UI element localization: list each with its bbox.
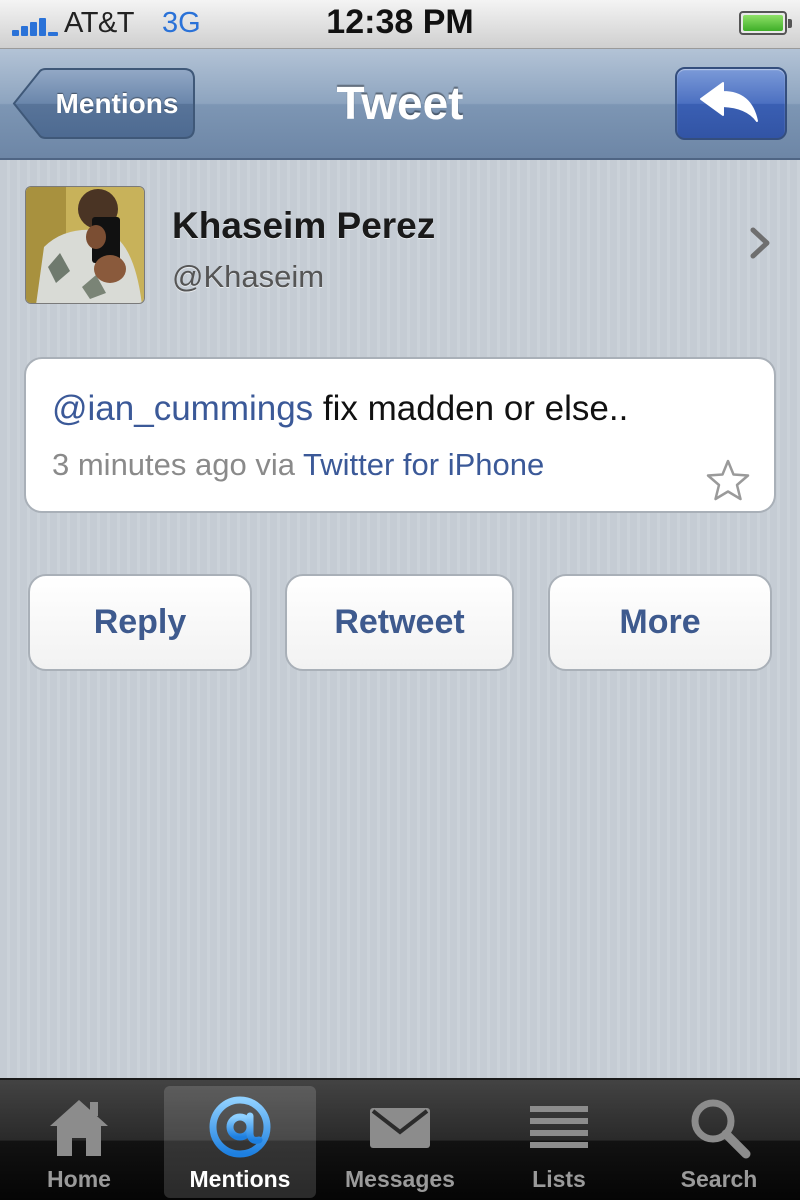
tab-label: Messages (345, 1166, 455, 1192)
user-avatar[interactable] (25, 186, 145, 304)
battery-full-icon (739, 11, 792, 35)
home-icon (50, 1100, 108, 1156)
list-icon (530, 1106, 588, 1148)
tab-label: Home (47, 1166, 111, 1192)
status-bar: AT&T 3G 12:38 PM (0, 0, 800, 49)
tweet-mention-link[interactable]: @ian_cummings (52, 389, 313, 428)
more-button[interactable]: More (548, 574, 772, 671)
tab-label: Search (680, 1166, 758, 1192)
tweet-card: @ian_cummings fix madden or else.. 3 min… (24, 357, 776, 513)
retweet-button[interactable]: Retweet (285, 574, 514, 671)
tab-label: Mentions (189, 1166, 291, 1192)
tab-label: Lists (532, 1166, 586, 1192)
tweet-meta: 3 minutes ago via Twitter for iPhone (52, 447, 544, 483)
chevron-right-icon[interactable] (748, 226, 774, 265)
reply-action-button[interactable] (675, 67, 787, 140)
at-sign-icon (209, 1096, 271, 1158)
tweet-timestamp: 3 minutes ago via (52, 447, 304, 482)
tab-bar: Home Mentions Messages Lists Search (0, 1078, 800, 1200)
page-title: Tweet (336, 77, 464, 129)
search-icon (691, 1099, 751, 1159)
favorite-button[interactable] (706, 459, 750, 506)
tab-search[interactable]: Search (643, 1086, 795, 1198)
status-clock: 12:38 PM (326, 3, 474, 41)
star-outline-icon (706, 459, 750, 501)
tweet-source-link[interactable]: Twitter for iPhone (303, 447, 544, 482)
tab-lists[interactable]: Lists (483, 1086, 635, 1198)
user-handle[interactable]: @Khaseim (172, 259, 324, 295)
user-avatar-photo (26, 187, 144, 303)
back-button-mentions[interactable]: Mentions (12, 68, 195, 139)
tab-messages[interactable]: Messages (324, 1086, 476, 1198)
tab-home[interactable]: Home (3, 1086, 155, 1198)
back-button-label: Mentions (55, 88, 179, 119)
reply-button[interactable]: Reply (28, 574, 252, 671)
envelope-icon (370, 1108, 430, 1148)
tweet-body: fix madden or else.. (313, 389, 629, 428)
user-name[interactable]: Khaseim Perez (172, 205, 435, 247)
navigation-bar: Mentions Tweet (0, 49, 800, 160)
tab-mentions[interactable]: Mentions (164, 1086, 316, 1198)
reply-arrow-icon (700, 82, 758, 122)
tweet-text: @ian_cummings fix madden or else.. (52, 389, 628, 429)
